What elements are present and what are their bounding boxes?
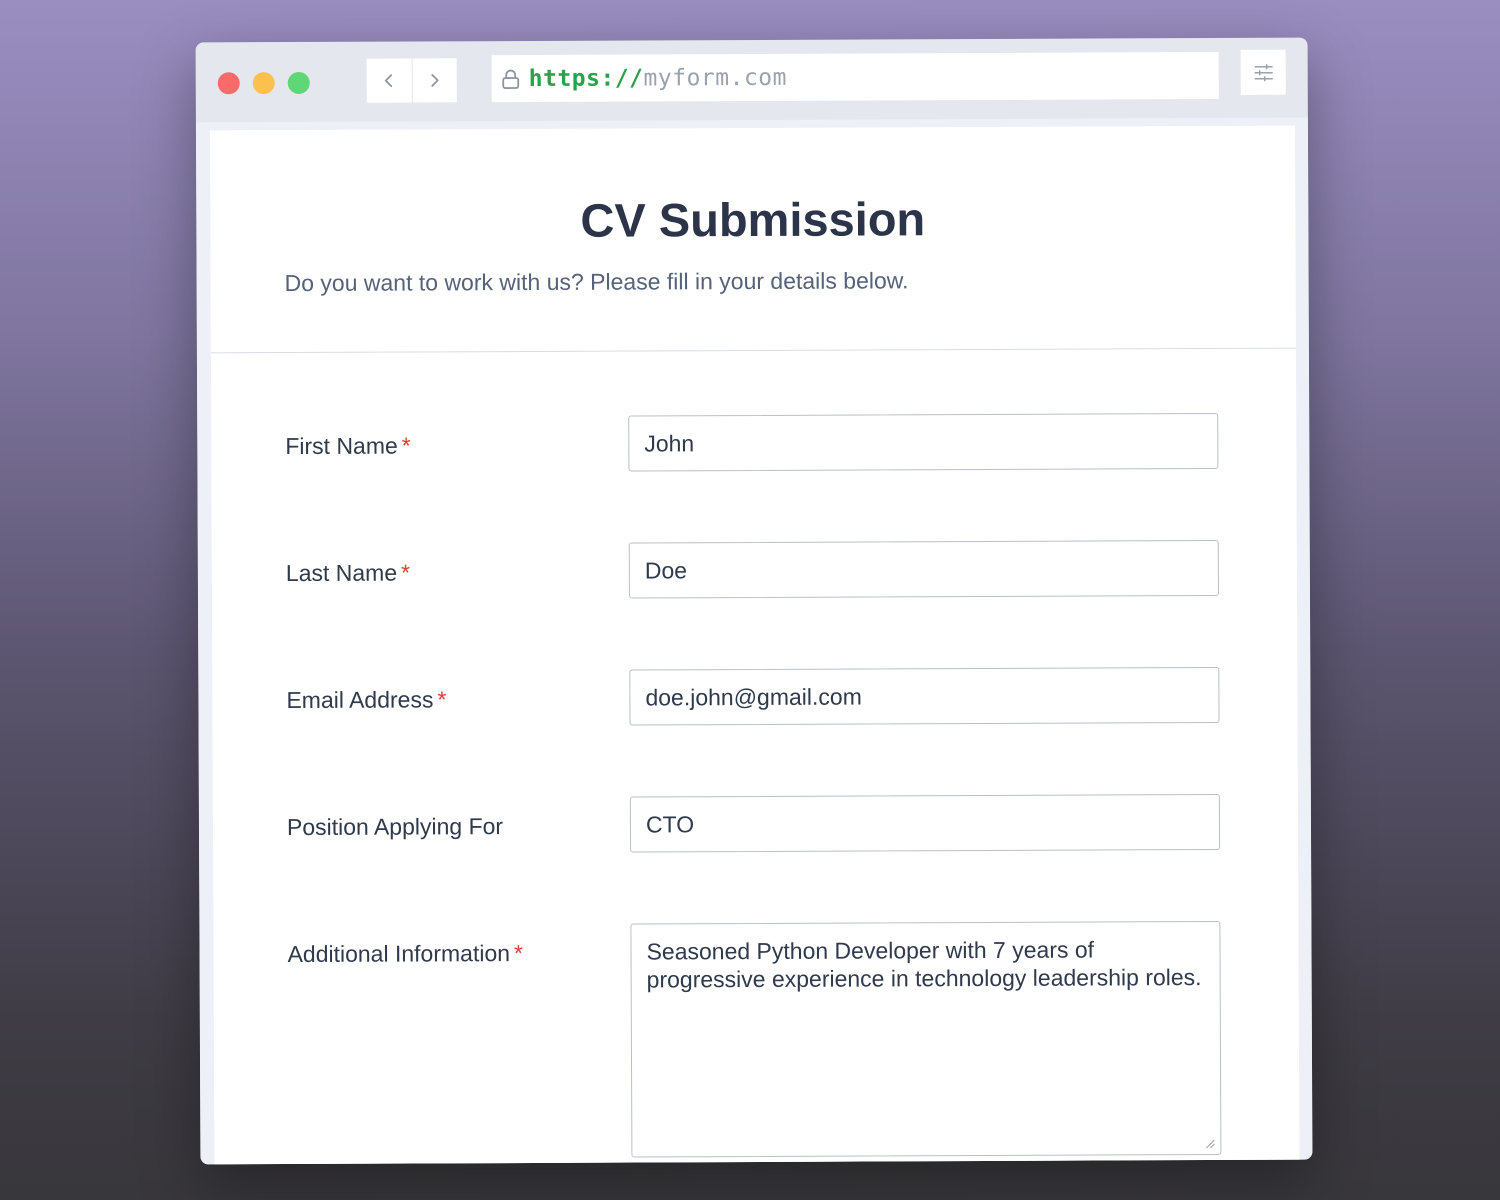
last-name-input[interactable]: Doe <box>628 539 1219 599</box>
form-header: CV Submission Do you want to work with u… <box>209 125 1296 354</box>
email-label-text: Email Address <box>286 686 434 714</box>
first-name-label: First Name * <box>285 432 411 460</box>
position-label-text: Position Applying For <box>286 813 504 841</box>
first-name-label-text: First Name <box>285 432 398 460</box>
settings-button[interactable] <box>1240 49 1286 95</box>
additional-info-label-text: Additional Information <box>287 940 511 968</box>
back-button[interactable] <box>366 58 413 103</box>
chevron-right-icon <box>431 74 439 87</box>
chevron-left-icon <box>385 74 393 87</box>
required-asterisk: * <box>401 432 411 459</box>
email-label: Email Address * <box>286 686 446 714</box>
email-row: Email Address * doe.john@gmail.com <box>286 666 1222 726</box>
first-name-row: First Name * John <box>285 412 1221 472</box>
browser-titlebar: https://myform.com <box>196 38 1308 123</box>
form-card: CV Submission Do you want to work with u… <box>209 125 1300 1165</box>
navigation-buttons <box>366 58 457 103</box>
position-label: Position Applying For <box>287 813 503 841</box>
required-asterisk: * <box>513 940 524 967</box>
browser-window: https://myform.com CV Submission Do you … <box>195 37 1313 1165</box>
first-name-input[interactable]: John <box>628 412 1219 472</box>
page-viewport: CV Submission Do you want to work with u… <box>195 117 1313 1165</box>
last-name-row: Last Name * Doe <box>286 539 1222 599</box>
minimize-window-dot[interactable] <box>252 72 275 95</box>
url-host: myform.com <box>643 64 788 91</box>
last-name-label-text: Last Name <box>285 559 398 587</box>
url-scheme: https:// <box>528 64 644 92</box>
page-subtitle: Do you want to work with us? Please fill… <box>284 267 909 297</box>
position-input[interactable]: CTO <box>629 793 1221 853</box>
close-window-dot[interactable] <box>217 72 240 95</box>
url-text: https://myform.com <box>529 64 787 91</box>
last-name-label: Last Name * <box>286 560 410 588</box>
lock-icon <box>502 69 520 89</box>
additional-info-textarea[interactable]: Seasoned Python Developer with 7 years o… <box>630 920 1222 1158</box>
maximize-window-dot[interactable] <box>287 71 310 95</box>
additional-info-text: Seasoned Python Developer with 7 years o… <box>646 936 1202 993</box>
sliders-icon <box>1254 63 1273 81</box>
address-bar[interactable]: https://myform.com <box>491 51 1219 103</box>
required-asterisk: * <box>437 686 447 713</box>
additional-info-label: Additional Information * <box>287 940 523 968</box>
page-title: CV Submission <box>580 192 926 247</box>
email-input[interactable]: doe.john@gmail.com <box>629 666 1220 726</box>
resize-handle-icon[interactable] <box>1205 1139 1215 1149</box>
position-row: Position Applying For CTO <box>287 793 1223 853</box>
additional-info-row: Additional Information * Seasoned Python … <box>287 920 1223 1158</box>
forward-button[interactable] <box>412 58 457 102</box>
required-asterisk: * <box>401 559 411 586</box>
